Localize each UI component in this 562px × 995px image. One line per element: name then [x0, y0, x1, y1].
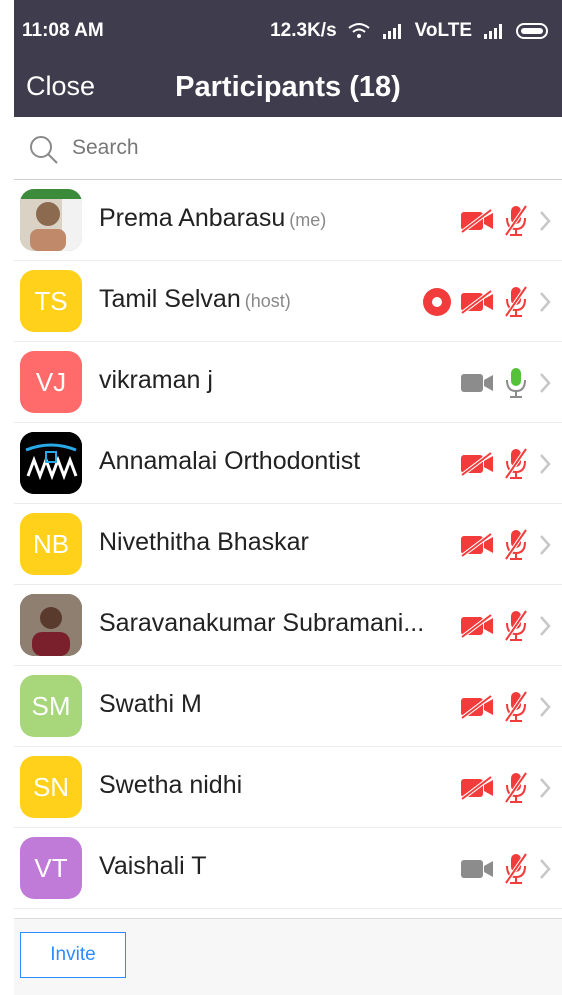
participant-name-text: Nivethitha Bhaskar	[99, 528, 309, 556]
participant-name: Tamil Selvan (host)	[99, 285, 291, 314]
avatar	[20, 432, 82, 494]
participant-status-icons	[460, 852, 552, 886]
top-bar: Close Participants (18)	[14, 63, 562, 117]
video-off-icon	[460, 452, 494, 476]
participant-status-icons	[460, 366, 552, 400]
participant-row[interactable]: VT Vaishali T	[14, 828, 562, 909]
participant-row[interactable]: Annamalai Orthodontist	[14, 423, 562, 504]
status-time: 11:08 AM	[22, 20, 104, 41]
network-type: VoLTE	[414, 20, 472, 41]
status-bar: 11:08 AM 12.3K/s VoLTE	[14, 0, 562, 64]
avatar	[20, 189, 82, 251]
participant-name-text: Swathi M	[99, 690, 202, 718]
participant-status-icons	[460, 204, 552, 238]
battery-icon	[516, 22, 552, 40]
mic-muted-icon	[502, 447, 530, 481]
participant-status-icons	[460, 528, 552, 562]
participant-row[interactable]: Saravanakumar Subramani...	[14, 585, 562, 666]
participant-row[interactable]: TS Tamil Selvan (host)	[14, 261, 562, 342]
participant-name: Annamalai Orthodontist	[99, 447, 360, 476]
wifi-icon	[347, 22, 371, 40]
search-icon	[30, 136, 58, 164]
participant-name: Saravanakumar Subramani...	[99, 609, 424, 638]
page-title: Participants (18)	[175, 71, 401, 103]
participant-name-text: vikraman j	[99, 366, 213, 394]
participant-row[interactable]: SM Swathi M	[14, 666, 562, 747]
participant-name: Swathi M	[99, 690, 202, 719]
participant-name: Prema Anbarasu (me)	[99, 204, 326, 233]
chevron-right-icon[interactable]	[538, 452, 552, 476]
search-input[interactable]	[70, 131, 534, 165]
mic-muted-icon	[502, 528, 530, 562]
avatar: VJ	[20, 351, 82, 413]
participant-name-text: Prema Anbarasu	[99, 204, 286, 232]
mic-muted-icon	[502, 285, 530, 319]
participant-row[interactable]: SN Swetha nidhi	[14, 747, 562, 828]
mic-on-icon	[502, 366, 530, 400]
video-off-icon	[460, 533, 494, 557]
chevron-right-icon[interactable]	[538, 614, 552, 638]
video-on-icon	[460, 857, 494, 881]
chevron-right-icon[interactable]	[538, 371, 552, 395]
participant-name: Nivethitha Bhaskar	[99, 528, 309, 557]
participant-row[interactable]: Prema Anbarasu (me)	[14, 180, 562, 261]
mic-muted-icon	[502, 204, 530, 238]
participant-status-icons	[460, 447, 552, 481]
mic-muted-icon	[502, 852, 530, 886]
avatar: VT	[20, 837, 82, 899]
participant-name-text: Tamil Selvan	[99, 285, 241, 313]
chevron-right-icon[interactable]	[538, 776, 552, 800]
video-on-icon	[460, 371, 494, 395]
avatar	[20, 594, 82, 656]
video-off-icon	[460, 614, 494, 638]
participant-row[interactable]: NB Nivethitha Bhaskar	[14, 504, 562, 585]
avatar: SN	[20, 756, 82, 818]
participant-name: Vaishali T	[99, 852, 206, 881]
chevron-right-icon[interactable]	[538, 695, 552, 719]
avatar: TS	[20, 270, 82, 332]
search-bar	[14, 117, 562, 180]
participant-status-icons	[460, 690, 552, 724]
participant-name: vikraman j	[99, 366, 213, 395]
participants-screen: 11:08 AM 12.3K/s VoLTE Close Participant…	[14, 0, 562, 995]
video-off-icon	[460, 695, 494, 719]
participant-name-text: Swetha nidhi	[99, 771, 243, 799]
avatar: NB	[20, 513, 82, 575]
video-off-icon	[460, 776, 494, 800]
video-off-icon	[460, 209, 494, 233]
signal-icon-2	[482, 22, 506, 40]
footer-bar: Invite	[14, 918, 562, 995]
chevron-right-icon[interactable]	[538, 209, 552, 233]
mic-muted-icon	[502, 771, 530, 805]
network-speed: 12.3K/s	[270, 20, 337, 41]
participant-status-icons	[460, 609, 552, 643]
participant-name-text: Annamalai Orthodontist	[99, 447, 361, 475]
participant-name-text: Vaishali T	[99, 852, 207, 880]
chevron-right-icon[interactable]	[538, 533, 552, 557]
recording-icon	[422, 287, 452, 317]
signal-icon	[381, 22, 405, 40]
participant-role-tag: (host)	[244, 291, 291, 311]
avatar: SM	[20, 675, 82, 737]
participant-name: Swetha nidhi	[99, 771, 242, 800]
participant-role-tag: (me)	[289, 210, 327, 230]
participant-list: Prema Anbarasu (me) TS Tamil Selvan (host) VJ…	[14, 180, 562, 909]
participant-status-icons	[460, 771, 552, 805]
invite-button[interactable]: Invite	[20, 932, 126, 978]
mic-muted-icon	[502, 690, 530, 724]
participant-status-icons	[422, 285, 552, 319]
participant-name-text: Saravanakumar Subramani...	[99, 609, 425, 637]
participant-row[interactable]: VJ vikraman j	[14, 342, 562, 423]
status-indicators: 12.3K/s VoLTE	[270, 20, 552, 42]
chevron-right-icon[interactable]	[538, 857, 552, 881]
video-off-icon	[460, 290, 494, 314]
chevron-right-icon[interactable]	[538, 290, 552, 314]
mic-muted-icon	[502, 609, 530, 643]
